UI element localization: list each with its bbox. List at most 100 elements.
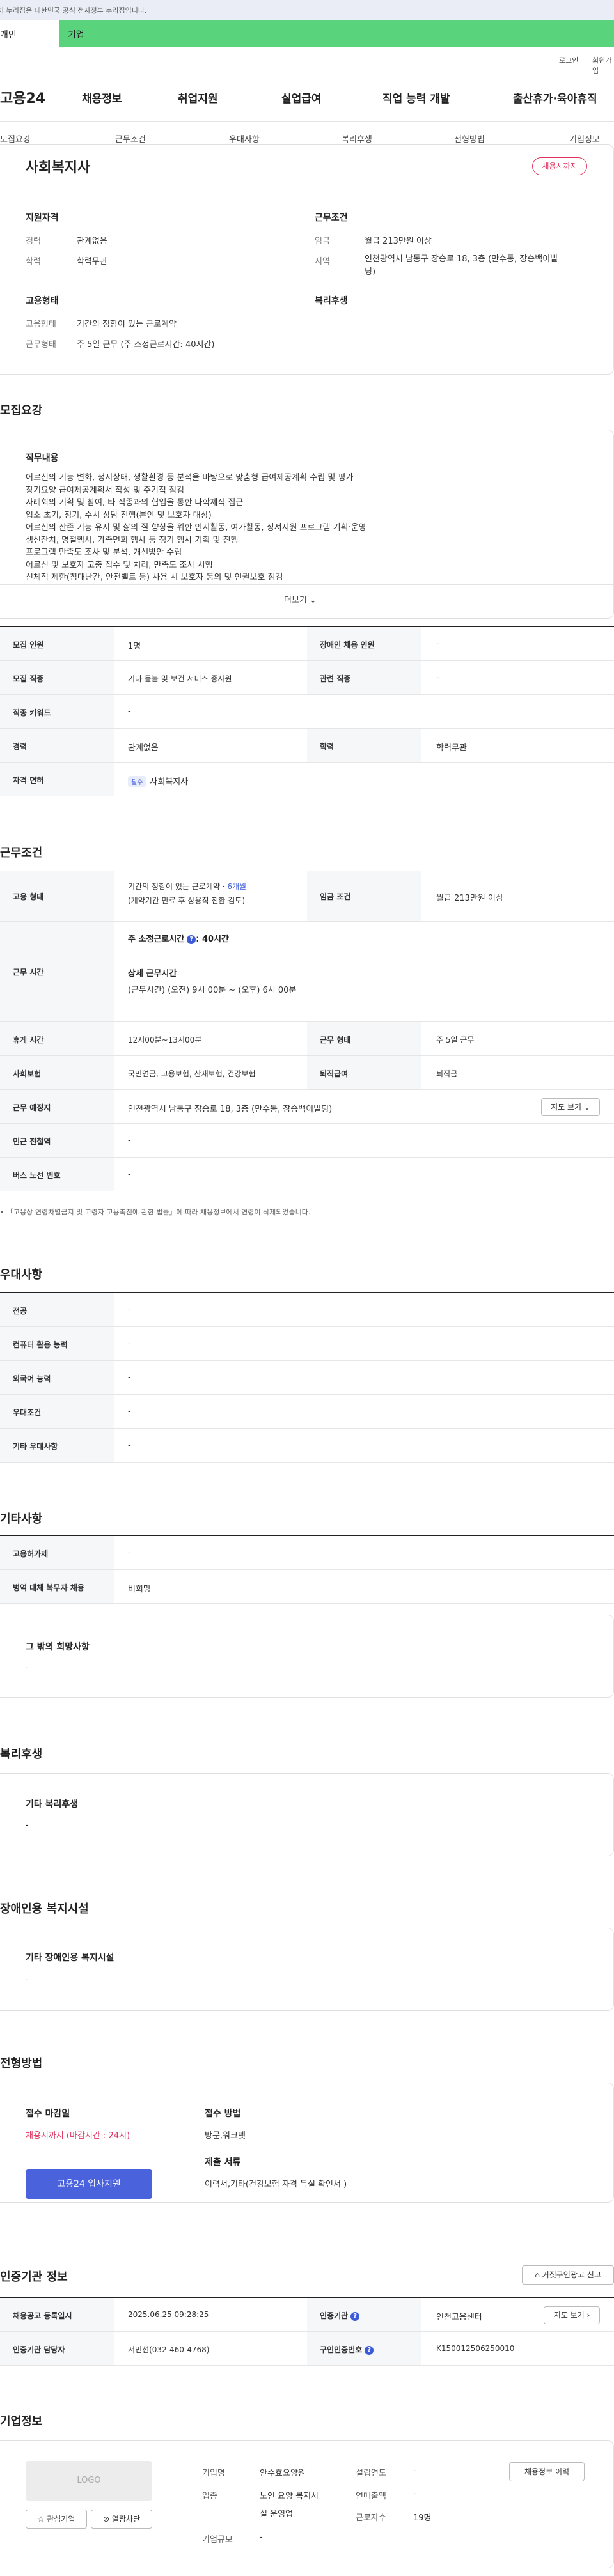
company-logo-placeholder: LOGO <box>26 2461 152 2501</box>
employment-type-detail: 기간의 정함이 있는 근로계약 · 6개월 (계약기간 만료 후 상용직 전환 … <box>128 880 246 908</box>
agency-contact-value: 서민선(032-460-4768) <box>128 2345 210 2354</box>
job-keyword-value: - <box>128 707 131 717</box>
weekly-hours-label: 주 소정근로시간 <box>128 935 185 944</box>
weekly-hours: 주 소정근로시간?: 40시간 <box>128 932 229 944</box>
company-size-value: - <box>260 2533 263 2542</box>
map-button[interactable]: 지도 보기 ⌄ <box>541 1098 600 1116</box>
more-button[interactable]: 더보기 ⌄ <box>284 593 317 605</box>
gnb-skill-development[interactable]: 직업 능력 개발 <box>382 89 450 105</box>
disability-card <box>0 1928 614 2011</box>
th-work-location: 근무 예정지 <box>0 1090 114 1123</box>
annual-sales-value: - <box>413 2489 416 2499</box>
th-job-category: 모집 직종 <box>0 661 114 694</box>
tab-personal[interactable]: 개인 <box>0 20 59 47</box>
section-nav-company[interactable]: 기업정보 <box>569 132 600 144</box>
education-table-value: 학력무관 <box>436 743 467 753</box>
th-wage-condition: 임금 조건 <box>307 871 421 921</box>
bus-route-value: - <box>128 1170 131 1179</box>
registered-at-value: 2025.06.25 09:28:25 <box>128 2310 209 2319</box>
wage-label: 임금 <box>315 237 330 246</box>
gnb-jobs[interactable]: 채용정보 <box>82 89 122 105</box>
license-value: 필수 사회복지사 <box>128 775 188 787</box>
employment-type-value: 기간의 정함이 있는 근로계약 <box>77 320 177 329</box>
apply-button[interactable]: 고용24 입사지원 <box>26 2169 152 2199</box>
help-icon[interactable]: ? <box>350 2311 360 2321</box>
deadline-value: 채용시까지 (마감시간 : 24시) <box>26 2131 130 2141</box>
job-line: 어르신 및 보호자 고충 접수 및 처리, 만족도 조사 시행 <box>26 560 213 570</box>
other-preference-value: - <box>128 1441 131 1450</box>
signup-link[interactable]: 회원가입 <box>592 55 614 75</box>
gnb-employment-support[interactable]: 취업지원 <box>178 89 218 105</box>
military-substitute-value: 비희망 <box>128 1585 151 1594</box>
wage-condition-value: 월급 213만원 이상 <box>436 894 503 903</box>
false-ad-report-button[interactable]: ⌂ 거짓구인광고 신고 <box>522 2265 614 2285</box>
section-nav-recruit[interactable]: 모집요강 <box>0 132 31 144</box>
help-icon[interactable]: ? <box>187 935 196 944</box>
interest-company-button[interactable]: ☆ 관심기업 <box>26 2510 87 2529</box>
tab-company-label: 기업 <box>68 30 84 40</box>
documents-value: 이력서,기타(건강보험 자격 득실 확인서 ) <box>205 2180 347 2189</box>
computer-skill-value: - <box>128 1339 131 1349</box>
interest-company-label: 관심기업 <box>47 2515 75 2524</box>
home-icon: ⌂ <box>535 2270 540 2279</box>
rest-time-value: 12시00분~13시00분 <box>128 1036 202 1044</box>
wage-value: 월급 213만원 이상 <box>365 237 432 246</box>
th-major: 전공 <box>0 1293 114 1326</box>
work-form-value: 주 5일 근무 <box>436 1036 475 1044</box>
section-title-welfare: 복리후생 <box>0 1748 43 1761</box>
section-title-preference: 우대사항 <box>0 1268 43 1282</box>
job-category-value: 기타 돌봄 및 보건 서비스 종사원 <box>128 674 232 683</box>
th-license: 자격 면허 <box>0 763 114 796</box>
annual-sales-label: 연매출액 <box>356 2492 386 2501</box>
section-nav-process[interactable]: 전형방법 <box>454 132 485 144</box>
false-ad-report-label: 거짓구인광고 신고 <box>542 2270 601 2279</box>
other-wish-value: - <box>26 1663 29 1673</box>
education-label: 학력 <box>26 257 41 267</box>
more-button-label: 더보기 <box>284 596 307 605</box>
weekly-hours-value: : 40시간 <box>196 935 229 944</box>
agency-map-label: 지도 보기 <box>553 2311 585 2320</box>
help-icon[interactable]: ? <box>365 2345 374 2355</box>
divider <box>0 584 613 585</box>
section-title-disability: 장애인용 복지시설 <box>0 1902 89 1916</box>
gnb-parental-leave[interactable]: 출산휴가·육아휴직 <box>513 89 597 105</box>
map-button-label: 지도 보기 <box>551 1103 582 1112</box>
region-label: 지역 <box>315 257 330 267</box>
gov-banner-text: 이 누리집은 대한민국 공식 전자정부 누리집입니다. <box>0 6 147 15</box>
th-agency-contact: 인증기관 담당자 <box>0 2332 114 2365</box>
hiring-history-button[interactable]: 채용정보 이력 <box>509 2462 585 2481</box>
tab-company[interactable]: 기업 <box>59 20 614 47</box>
section-title-conditions: 근무조건 <box>0 846 43 860</box>
job-line: 프로그램 만족도 조사 및 분석, 개선방안 수립 <box>26 548 182 557</box>
career-table-value: 관계없음 <box>128 743 159 753</box>
gnb-unemployment-benefit[interactable]: 실업급여 <box>281 89 322 105</box>
age-notice: • 「고용상 연령차별금지 및 고령자 고용촉진에 관한 법률」에 따라 채용정… <box>0 1208 311 1216</box>
block-view-button[interactable]: ⊘ 열람차단 <box>91 2510 152 2529</box>
recruit-count-value: 1명 <box>128 642 141 651</box>
agency-map-button[interactable]: 지도 보기 › <box>544 2306 600 2324</box>
disabled-count-value: - <box>436 639 439 649</box>
severance-value: 퇴직금 <box>436 1069 458 1078</box>
divider <box>0 121 614 122</box>
conditions-heading: 근무조건 <box>315 213 348 223</box>
site-logo[interactable]: 고용24 <box>0 87 45 107</box>
th-certifying-agency: 인증기관? <box>307 2298 421 2331</box>
employment-permit-value: - <box>128 1548 131 1558</box>
section-nav-preference[interactable]: 우대사항 <box>229 132 260 144</box>
th-registered-at: 채용공고 등록일시 <box>0 2298 114 2331</box>
license-name: 사회복지사 <box>150 777 189 787</box>
job-line: 입소 초기, 정기, 수시 상담 진행(본인 및 보호자 대상) <box>26 510 212 520</box>
employment-type-label: 고용형태 <box>26 320 56 329</box>
top-tab-bar: 개인 기업 <box>0 20 614 47</box>
chevron-down-icon: ⌄ <box>310 596 317 605</box>
other-wish-title: 그 밖의 희망사항 <box>26 1642 90 1652</box>
workers-label: 근로자수 <box>356 2513 386 2523</box>
login-link[interactable]: 로그인 <box>559 55 578 65</box>
contract-period: 6개월 <box>227 882 247 891</box>
section-nav-welfare[interactable]: 복리후생 <box>342 132 372 144</box>
industry-value-cont: 설 운영업 <box>260 2510 293 2519</box>
th-education: 학력 <box>307 729 421 762</box>
star-icon: ☆ <box>37 2515 45 2524</box>
section-nav-conditions[interactable]: 근무조건 <box>115 132 146 144</box>
job-line: 장기요양 급여제공계획서 작성 및 주기적 점검 <box>26 485 184 495</box>
